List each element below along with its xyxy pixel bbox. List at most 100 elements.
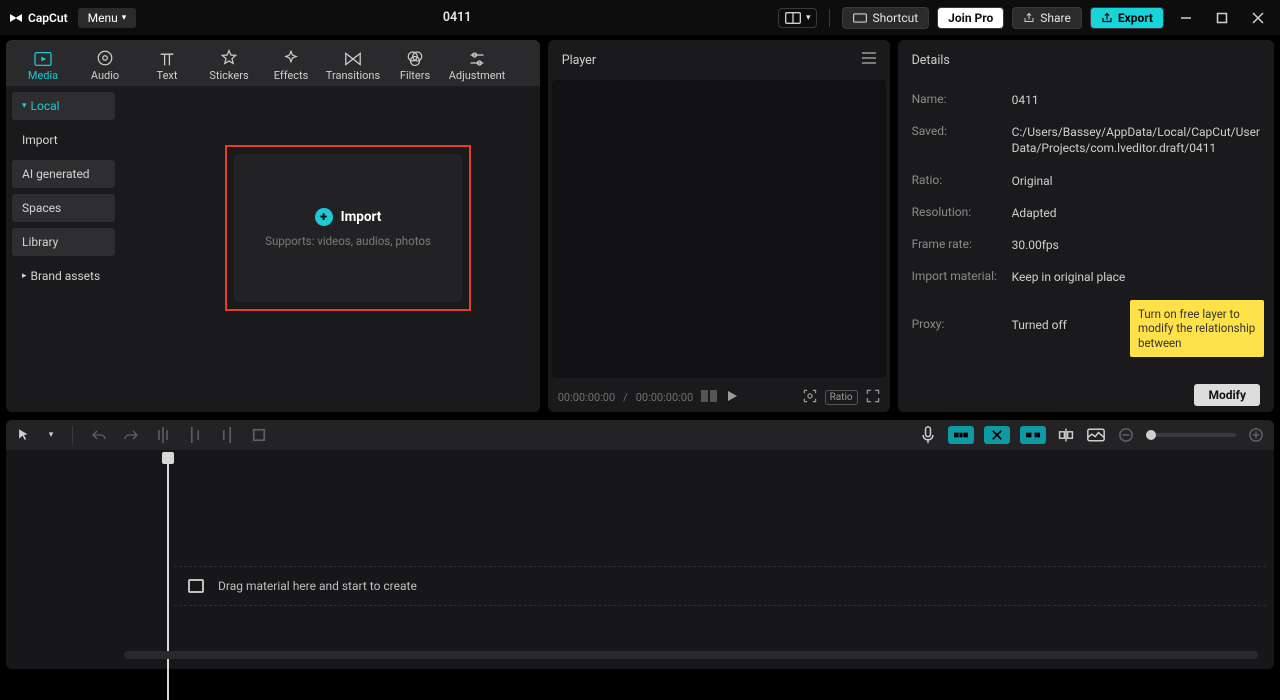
details-header: Details xyxy=(898,40,1274,80)
import-title: Import xyxy=(341,209,382,225)
modify-button[interactable]: Modify xyxy=(1194,384,1260,406)
stickers-icon xyxy=(219,49,239,67)
media-panel: Media Audio Text Stickers Effects Transi… xyxy=(6,40,540,412)
scan-icon[interactable] xyxy=(803,389,817,406)
maximize-icon xyxy=(1216,12,1228,24)
chevron-down-icon: ▾ xyxy=(49,430,54,440)
tab-filters[interactable]: Filters xyxy=(384,46,446,86)
link-toggle[interactable] xyxy=(1020,426,1046,444)
timeline-lane-main[interactable]: Drag material here and start to create xyxy=(174,566,1266,606)
timeline-body[interactable]: Drag material here and start to create xyxy=(14,470,1266,663)
tab-text[interactable]: Text xyxy=(136,48,198,86)
details-title: Details xyxy=(912,53,950,68)
time-total: 00:00:00:00 xyxy=(636,391,693,404)
undo-button[interactable] xyxy=(89,425,109,445)
sidebar-item-ai[interactable]: AI generated xyxy=(12,160,115,188)
media-icon xyxy=(33,51,53,67)
timeline-scrollbar[interactable] xyxy=(124,651,1258,659)
export-icon xyxy=(1101,12,1113,24)
layout-button[interactable]: ▾ xyxy=(778,8,818,28)
split-button[interactable] xyxy=(153,425,173,445)
sidebar-item-import[interactable]: Import xyxy=(12,126,115,154)
magnet-auto-toggle[interactable] xyxy=(984,426,1010,444)
cursor-tool-dropdown[interactable]: ▾ xyxy=(46,425,56,445)
shortcut-button[interactable]: Shortcut xyxy=(842,7,929,29)
sidebar-item-spaces[interactable]: Spaces xyxy=(12,194,115,222)
sidebar-item-brand[interactable]: ▸Brand assets xyxy=(12,262,115,290)
text-icon xyxy=(157,51,177,67)
zoom-out-button[interactable] xyxy=(1116,425,1136,445)
join-pro-button[interactable]: Join Pro xyxy=(937,7,1004,29)
cover-button[interactable] xyxy=(1086,425,1106,445)
ratio-chip[interactable]: Ratio xyxy=(825,390,858,405)
time-current: 00:00:00:00 xyxy=(558,391,615,404)
player-header: Player xyxy=(548,40,890,80)
timeline-panel: ▾ Drag material here and start to create xyxy=(6,420,1274,669)
import-dropzone[interactable]: + Import Supports: videos, audios, photo… xyxy=(234,154,462,302)
minimize-button[interactable] xyxy=(1172,4,1200,32)
project-title: 0411 xyxy=(136,10,778,25)
menu-button[interactable]: Menu ▾ xyxy=(78,8,137,28)
tab-effects[interactable]: Effects xyxy=(260,46,322,86)
cursor-tool[interactable] xyxy=(14,425,34,445)
tab-adjustment[interactable]: Adjustment xyxy=(446,48,508,86)
filters-icon xyxy=(405,49,425,67)
time-separator: / xyxy=(623,391,628,404)
detail-row-importmat: Import material:Keep in original place xyxy=(912,261,1260,293)
zoom-slider[interactable] xyxy=(1146,433,1236,437)
plus-icon: + xyxy=(315,208,333,226)
brand-text: CapCut xyxy=(28,11,68,25)
player-viewport[interactable] xyxy=(552,80,886,378)
hamburger-icon[interactable] xyxy=(862,52,876,68)
detail-row-name: Name:0411 xyxy=(912,84,1260,116)
close-icon xyxy=(1252,12,1264,24)
export-button[interactable]: Export xyxy=(1090,7,1164,29)
slate-icon xyxy=(188,579,204,593)
import-subtitle: Supports: videos, audios, photos xyxy=(265,234,431,248)
playhead[interactable] xyxy=(162,452,174,464)
timeline-toolbar: ▾ xyxy=(6,420,1274,450)
fullscreen-icon[interactable] xyxy=(866,389,880,406)
tab-stickers[interactable]: Stickers xyxy=(198,46,260,86)
detail-row-ratio: Ratio:Original xyxy=(912,165,1260,197)
redo-button[interactable] xyxy=(121,425,141,445)
sidebar-item-library[interactable]: Library xyxy=(12,228,115,256)
chevron-down-icon: ▾ xyxy=(806,13,811,23)
delete-left-button[interactable] xyxy=(185,425,205,445)
magnet-main-toggle[interactable] xyxy=(948,426,974,444)
audio-icon xyxy=(95,49,115,67)
details-panel: Details Name:0411 Saved:C:/Users/Bassey/… xyxy=(898,40,1274,412)
sidebar-item-local[interactable]: ▾Local xyxy=(12,92,115,120)
share-button[interactable]: Share xyxy=(1012,7,1082,29)
player-panel: Player 00:00:00:00 / 00:00:00:00 Ratio xyxy=(548,40,890,412)
detail-row-saved: Saved:C:/Users/Bassey/AppData/Local/CapC… xyxy=(912,116,1260,164)
keyboard-icon xyxy=(853,13,867,23)
timeline-ruler[interactable] xyxy=(14,452,1266,470)
zoom-in-button[interactable] xyxy=(1246,425,1266,445)
preview-cut-button[interactable] xyxy=(1056,425,1076,445)
delete-button[interactable] xyxy=(249,425,269,445)
mic-button[interactable] xyxy=(918,425,938,445)
player-title: Player xyxy=(562,53,596,68)
details-body: Name:0411 Saved:C:/Users/Bassey/AppData/… xyxy=(898,80,1274,412)
workspace: Media Audio Text Stickers Effects Transi… xyxy=(0,36,1280,416)
capcut-icon xyxy=(8,10,24,26)
divider xyxy=(72,426,73,444)
media-stage: + Import Supports: videos, audios, photo… xyxy=(121,86,540,412)
close-button[interactable] xyxy=(1244,4,1272,32)
media-sidebar: ▾Local Import AI generated Spaces Librar… xyxy=(6,86,121,412)
minimize-icon xyxy=(1180,12,1192,24)
transitions-icon xyxy=(343,51,363,67)
maximize-button[interactable] xyxy=(1208,4,1236,32)
compare-icon[interactable] xyxy=(701,390,717,405)
import-title-row: + Import xyxy=(315,208,382,226)
tab-audio[interactable]: Audio xyxy=(74,46,136,86)
tab-media[interactable]: Media xyxy=(12,48,74,86)
top-tabbar: Media Audio Text Stickers Effects Transi… xyxy=(6,40,540,86)
share-icon xyxy=(1023,12,1035,24)
tab-transitions[interactable]: Transitions xyxy=(322,48,384,86)
title-right-cluster: ▾ Shortcut Join Pro Share Export xyxy=(778,4,1272,32)
titlebar: CapCut Menu ▾ 0411 ▾ Shortcut Join Pro S… xyxy=(0,0,1280,36)
delete-right-button[interactable] xyxy=(217,425,237,445)
play-button[interactable] xyxy=(725,389,739,406)
